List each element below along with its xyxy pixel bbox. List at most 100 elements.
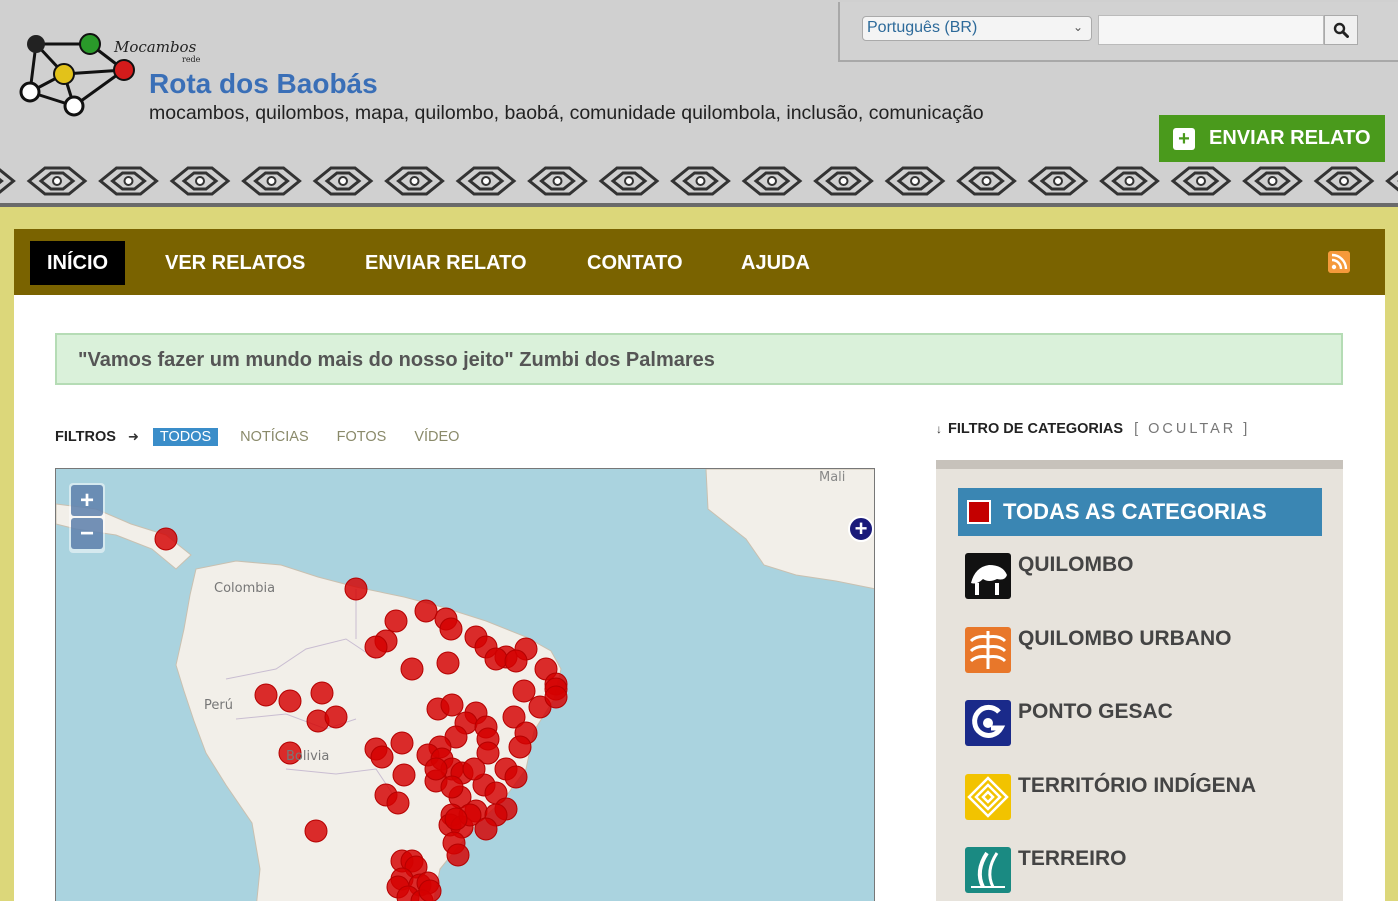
map-marker[interactable]: [278, 689, 302, 713]
map-label: Bolivia: [286, 749, 329, 764]
category-filter-header: ↓ FILTRO DE CATEGORIAS [ OCULTAR ]: [936, 421, 1250, 437]
pattern-eye: [169, 166, 231, 196]
map-marker[interactable]: [440, 693, 464, 717]
nav-item-ver-relatos[interactable]: VER RELATOS: [148, 241, 322, 285]
map-canvas[interactable]: Mali Colombia Perú Bolivia: [56, 469, 875, 901]
pattern-eye: [98, 166, 159, 196]
map-marker[interactable]: [418, 879, 442, 901]
category-item-quilombo-urbano[interactable]: QUILOMBO URBANO: [965, 627, 1232, 673]
category-all-label: TODAS AS CATEGORIAS: [1003, 499, 1267, 524]
arrow-right-icon: ➜: [127, 429, 139, 444]
filters-bar: FILTROS ➜ TODOS NOTÍCIAS FOTOS VÍDEO: [55, 427, 487, 447]
filter-tab-todos[interactable]: TODOS: [152, 428, 219, 446]
map-marker[interactable]: [512, 679, 536, 703]
category-label: PONTO GESAC: [1018, 700, 1173, 723]
map-marker[interactable]: [304, 819, 328, 843]
filter-tab-noticias[interactable]: NOTÍCIAS: [240, 429, 308, 445]
map-marker[interactable]: [436, 651, 460, 675]
search-icon: [1333, 22, 1349, 38]
map-marker[interactable]: [439, 617, 463, 641]
nav-item-inicio[interactable]: INÍCIO: [30, 241, 126, 285]
map-marker[interactable]: [384, 609, 408, 633]
map-marker[interactable]: [344, 577, 368, 601]
map-marker[interactable]: [370, 745, 394, 769]
pattern-eye: [312, 166, 374, 196]
map-marker[interactable]: [414, 599, 438, 623]
map-marker[interactable]: [440, 775, 464, 799]
pattern-eye: [884, 166, 946, 196]
svg-text:rede: rede: [182, 55, 201, 64]
pattern-eye: [598, 166, 660, 196]
map-label: Perú: [204, 698, 233, 713]
language-search-box: Português (BR) ⌄: [838, 2, 1398, 62]
filter-tab-fotos[interactable]: FOTOS: [337, 429, 387, 445]
map-marker[interactable]: [462, 757, 486, 781]
territorio-indigena-icon: [965, 774, 1011, 820]
category-item-quilombo[interactable]: QUILOMBO: [965, 553, 1134, 599]
arrow-down-icon: ↓: [936, 422, 942, 436]
map-marker[interactable]: [392, 763, 416, 787]
pattern-eye: [1099, 166, 1160, 196]
send-report-label: ENVIAR RELATO: [1209, 127, 1371, 149]
rss-icon[interactable]: [1328, 251, 1350, 273]
filter-tab-video[interactable]: VÍDEO: [414, 429, 459, 445]
search-button[interactable]: [1324, 15, 1358, 45]
quilombo-icon: [965, 553, 1011, 599]
map-label: Colombia: [214, 581, 275, 596]
map-expand-button[interactable]: +: [848, 516, 874, 542]
zoom-out-button[interactable]: −: [71, 518, 103, 549]
search-input[interactable]: [1098, 15, 1324, 45]
map-marker[interactable]: [154, 527, 178, 551]
category-swatch: [967, 500, 991, 524]
map-marker[interactable]: [544, 685, 568, 709]
map-marker[interactable]: [504, 649, 528, 673]
pattern-eye: [1385, 170, 1398, 192]
map-marker[interactable]: [508, 735, 532, 759]
category-item-ponto-gesac[interactable]: PONTO GESAC: [965, 700, 1173, 746]
category-label: QUILOMBO URBANO: [1018, 627, 1232, 650]
category-item-terreiro[interactable]: TERREIRO: [965, 847, 1127, 893]
main-content: INÍCIO VER RELATOS ENVIAR RELATO CONTATO…: [14, 229, 1385, 901]
map-marker[interactable]: [444, 807, 468, 831]
category-label: TERRITÓRIO INDÍGENA: [1018, 774, 1257, 797]
map-marker[interactable]: [400, 657, 424, 681]
map-marker[interactable]: [424, 757, 448, 781]
map-marker[interactable]: [390, 731, 414, 755]
category-all[interactable]: TODAS AS CATEGORIAS: [958, 488, 1322, 536]
site-title[interactable]: Rota dos Baobás: [149, 68, 378, 100]
category-panel: TODAS AS CATEGORIAS QUILOMBO QUILOMBO UR…: [936, 460, 1343, 901]
plus-icon: +: [854, 516, 868, 541]
map[interactable]: Mali Colombia Perú Bolivia + − +: [55, 468, 875, 901]
map-marker[interactable]: [310, 681, 334, 705]
pattern-eye: [1027, 166, 1089, 196]
nav-item-enviar-relato[interactable]: ENVIAR RELATO: [348, 241, 544, 285]
zoom-control: + −: [69, 483, 105, 553]
send-report-button[interactable]: + ENVIAR RELATO: [1159, 115, 1385, 162]
zoom-in-button[interactable]: +: [71, 485, 103, 516]
map-marker[interactable]: [254, 683, 278, 707]
map-marker[interactable]: [484, 647, 508, 671]
pattern-eye: [527, 166, 588, 196]
map-marker[interactable]: [364, 635, 388, 659]
category-label: QUILOMBO: [1018, 553, 1134, 576]
nav-item-ajuda[interactable]: AJUDA: [724, 241, 827, 285]
language-select[interactable]: Português (BR) ⌄: [862, 16, 1092, 41]
pattern-eye: [670, 166, 731, 196]
map-marker[interactable]: [386, 791, 410, 815]
pattern-eye: [1313, 166, 1375, 196]
hide-categories-toggle[interactable]: [ OCULTAR ]: [1134, 421, 1250, 437]
site-tagline: mocambos, quilombos, mapa, quilombo, bao…: [149, 102, 984, 124]
filters-label: FILTROS: [55, 429, 116, 445]
pattern-eye: [813, 166, 874, 196]
map-marker[interactable]: [324, 705, 348, 729]
category-item-territorio-indigena[interactable]: TERRITÓRIO INDÍGENA: [965, 774, 1256, 820]
nav-item-contato[interactable]: CONTATO: [570, 241, 700, 285]
map-marker[interactable]: [446, 843, 470, 867]
map-label: Mali: [819, 470, 845, 485]
pattern-eye: [1170, 166, 1232, 196]
category-label: TERREIRO: [1018, 847, 1127, 870]
ponto-gesac-icon: [965, 700, 1011, 746]
map-marker[interactable]: [504, 765, 528, 789]
terreiro-icon: [965, 847, 1011, 893]
quote-banner: "Vamos fazer um mundo mais do nosso jeit…: [55, 333, 1343, 385]
